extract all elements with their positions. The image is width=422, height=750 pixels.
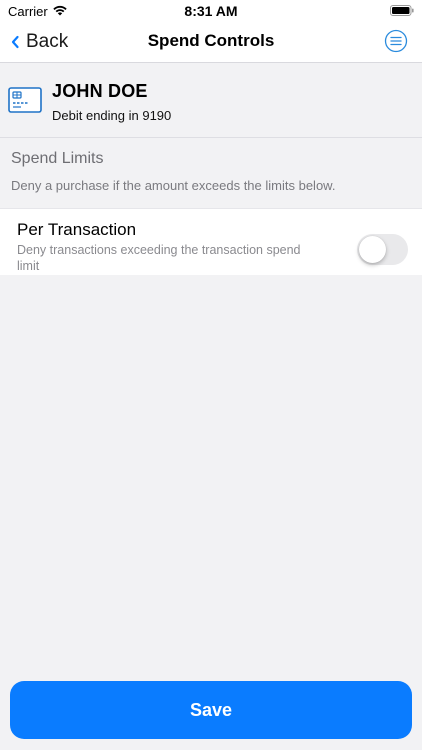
list-item-per-transaction: Per Transaction Deny transactions exceed…	[0, 208, 422, 275]
battery-icon	[390, 5, 414, 16]
card-number-label: Debit ending in 9190	[52, 108, 172, 123]
navigation-bar: Back Spend Controls	[0, 22, 422, 63]
per-transaction-toggle[interactable]	[357, 234, 408, 265]
list-item-title: Per Transaction	[17, 220, 137, 239]
status-bar: Carrier 8:31 AM	[0, 0, 422, 22]
toggle-knob	[359, 236, 386, 263]
card-summary: JOHN DOE Debit ending in 9190	[0, 63, 422, 138]
section-title-spend-limits: Spend Limits	[11, 150, 104, 167]
list-item-description: Deny transactions exceeding the transact…	[17, 243, 301, 273]
clock-time: 8:31 AM	[184, 3, 238, 19]
section-description: Deny a purchase if the amount exceeds th…	[11, 178, 336, 193]
card-holder-name: JOHN DOE	[52, 81, 148, 101]
save-button[interactable]: Save	[10, 681, 412, 739]
credit-card-icon	[8, 87, 42, 113]
menu-icon[interactable]	[384, 29, 408, 53]
page-title: Spend Controls	[147, 31, 275, 50]
